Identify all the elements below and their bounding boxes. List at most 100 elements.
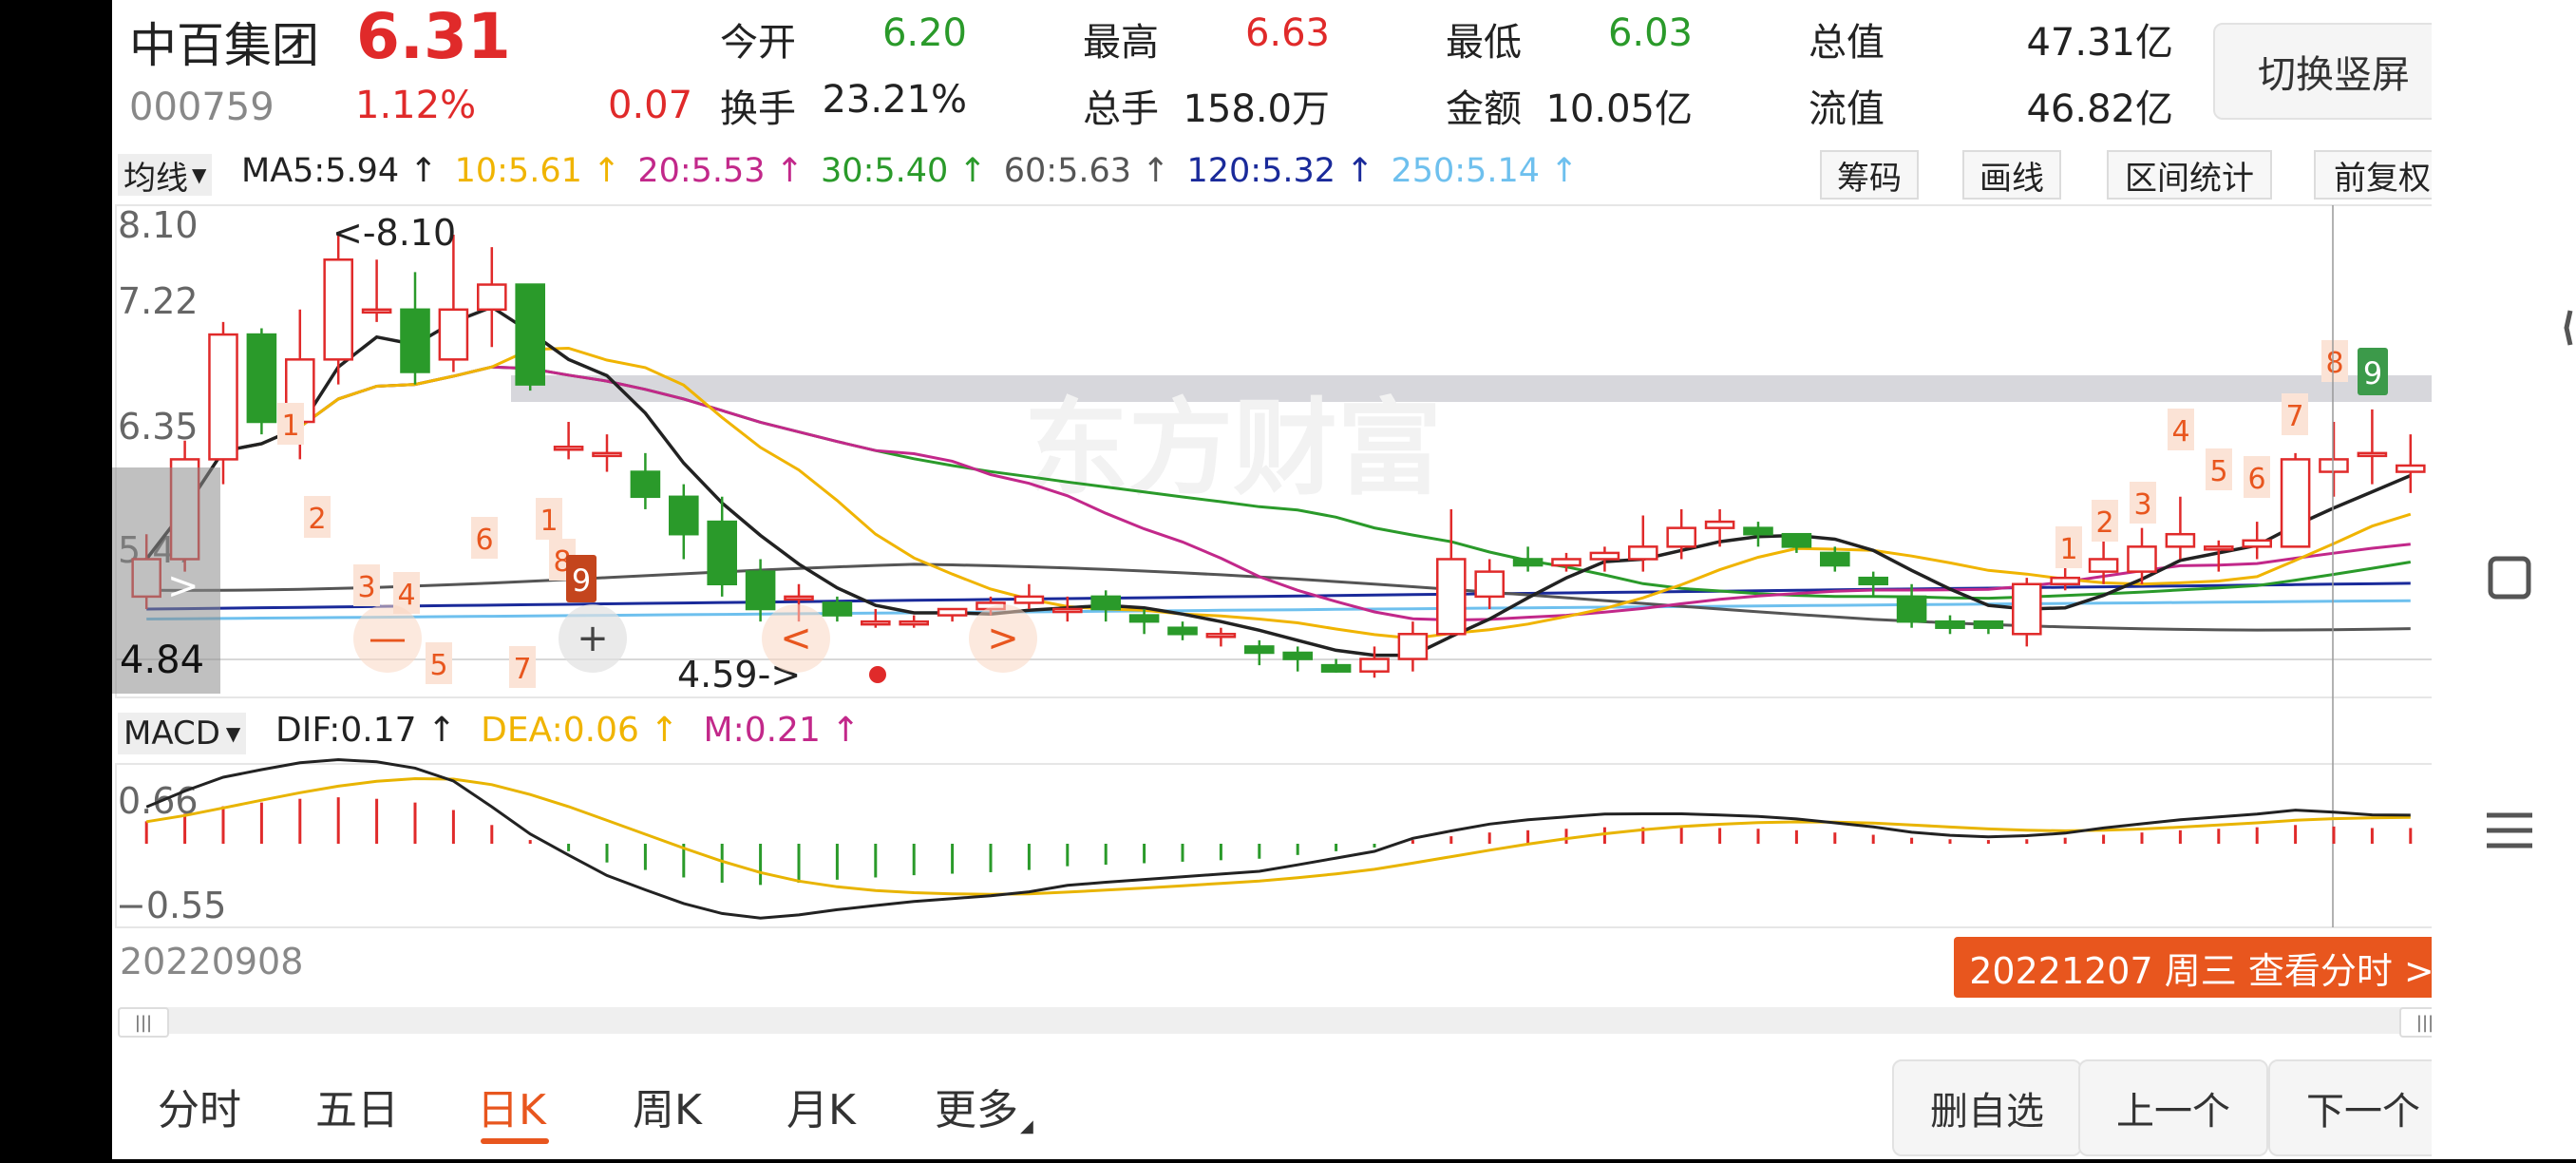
macd-bottom-label: −0.55	[116, 885, 226, 926]
td-nine-marker: 9	[2363, 355, 2382, 391]
candle-body	[2127, 545, 2157, 573]
svg-text:>: >	[987, 617, 1019, 660]
td-marker-number: 3	[357, 571, 375, 604]
candle-body	[2396, 464, 2426, 473]
candle-body	[1090, 595, 1121, 611]
candle-body	[2012, 582, 2042, 636]
candle-body	[1320, 663, 1352, 673]
next-button[interactable]: 下一个	[2268, 1059, 2458, 1156]
candle-body	[323, 258, 353, 361]
candle-body	[1128, 614, 1160, 623]
range-scrollbar[interactable]: ||| |||	[118, 1007, 2451, 1038]
svg-text:—: —	[369, 617, 407, 660]
y-tick-label: 6.35	[118, 406, 199, 448]
tab-more-label: 更多	[935, 1086, 1018, 1134]
watermark-text: 东方财富	[1024, 388, 1442, 509]
candle-body	[592, 451, 622, 458]
td-marker-number: 7	[513, 653, 531, 686]
pan-right-icon[interactable]: >	[969, 604, 1037, 673]
macd-value: M:0.21 ↑	[703, 711, 861, 750]
td-marker-number: 4	[2171, 415, 2189, 448]
zoom-out-icon[interactable]: —	[353, 604, 422, 673]
candle-body	[1205, 633, 1237, 639]
candle-body	[1858, 576, 1888, 585]
resistance-band	[511, 375, 2432, 402]
home-icon[interactable]	[2488, 556, 2531, 600]
tab-five-day[interactable]: 五日	[315, 1076, 399, 1136]
min-price-dot	[869, 666, 886, 683]
tab-daily-k[interactable]: 日K	[477, 1076, 549, 1144]
remove-watchlist-button[interactable]: 删自选	[1892, 1059, 2082, 1156]
tab-five-day-label: 五日	[315, 1086, 399, 1134]
candle-body	[2319, 458, 2349, 473]
stock-app: 中百集团 6.31 000759 1.12% 0.07 今开 6.20 最高 6.63…	[112, 0, 2458, 1159]
max-price-annotation: <-8.10	[332, 212, 456, 254]
svg-text:+: +	[577, 617, 609, 660]
macd-value: DEA:0.06 ↑	[481, 711, 679, 750]
candle-body	[1896, 595, 1927, 623]
svg-text:<: <	[780, 617, 812, 660]
chevron-down-icon: ▼	[225, 722, 241, 745]
candle-body	[2165, 532, 2196, 548]
candle-body	[2242, 539, 2272, 548]
range-handle-left[interactable]: |||	[118, 1007, 169, 1038]
candle-body	[861, 620, 891, 626]
candle-body	[515, 283, 545, 386]
candle-body	[1052, 607, 1083, 614]
view-intraday-button[interactable]: 20221207 周三 查看分时 >	[1954, 937, 2450, 998]
td-marker-number: 5	[2209, 455, 2227, 488]
candle-body	[1244, 645, 1275, 655]
candle-body	[1436, 558, 1467, 636]
candle-body	[2050, 576, 2080, 585]
zoom-in-icon[interactable]: +	[559, 604, 627, 673]
candle-body	[1282, 651, 1313, 660]
price-cursor-tag[interactable]: 4.84 >	[112, 467, 220, 694]
tab-weekly-k-label: 周K	[633, 1086, 702, 1134]
more-triangle-icon: ◢	[1020, 1116, 1033, 1136]
candle-body	[630, 470, 661, 499]
candle-body	[553, 446, 584, 451]
y-tick-label: 8.10	[118, 204, 199, 246]
candle-body	[477, 283, 507, 312]
price-cursor-value: 4.84	[120, 639, 204, 682]
macd-selector-label: MACD	[123, 715, 220, 753]
candle-body	[1666, 526, 1696, 548]
tab-more[interactable]: 更多 ◢	[935, 1076, 1033, 1136]
td-marker-number: 7	[2285, 400, 2303, 433]
td-marker-number: 5	[429, 649, 447, 682]
candle-body	[822, 601, 853, 617]
tab-monthly-k[interactable]: 月K	[786, 1076, 856, 1136]
y-tick-label: 7.22	[118, 280, 199, 322]
candle-body	[1397, 633, 1429, 660]
tab-intraday[interactable]: 分时	[158, 1076, 241, 1136]
td-marker-number: 6	[475, 524, 493, 557]
candle-body	[246, 333, 277, 424]
td-marker-number: 2	[2095, 506, 2113, 540]
tab-intraday-label: 分时	[158, 1086, 241, 1134]
td-marker-number: 3	[2133, 488, 2151, 522]
candle-body	[2280, 458, 2311, 548]
candle-body	[1551, 558, 1582, 567]
candle-body	[1167, 626, 1198, 636]
tab-monthly-k-label: 月K	[786, 1086, 856, 1134]
chevron-right-icon: >	[167, 564, 199, 608]
macd-bar: MACD ▼ DIF:0.17 ↑ DEA:0.06 ↑ M:0.21 ↑	[112, 705, 2449, 762]
candle-body	[1743, 526, 1773, 536]
td-marker-number: 1	[281, 410, 299, 443]
menu-icon[interactable]	[2487, 812, 2532, 848]
tab-weekly-k[interactable]: 周K	[633, 1076, 702, 1136]
active-tab-indicator	[481, 1138, 549, 1144]
candle-body	[1512, 558, 1544, 567]
candle-body	[937, 607, 968, 617]
candle-body	[2088, 558, 2119, 573]
td-marker-number: 8	[2325, 347, 2343, 380]
candle-body	[1589, 551, 1620, 561]
candle-body	[400, 308, 430, 373]
previous-button[interactable]: 上一个	[2078, 1059, 2268, 1156]
dea-line	[145, 776, 2411, 896]
macd-selector[interactable]: MACD ▼	[118, 713, 247, 754]
system-navbar	[2432, 0, 2576, 1159]
back-icon[interactable]	[2564, 310, 2573, 346]
candle-body	[1359, 658, 1390, 673]
pan-left-icon[interactable]: <	[762, 604, 830, 673]
